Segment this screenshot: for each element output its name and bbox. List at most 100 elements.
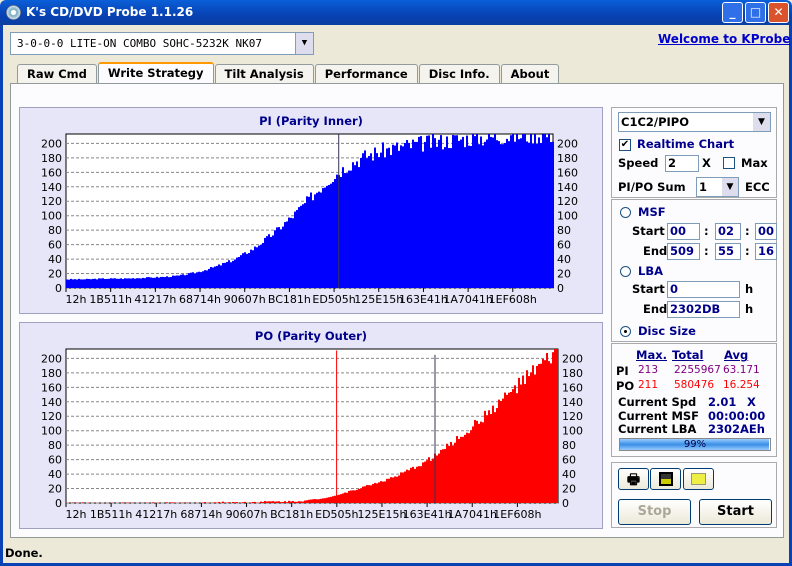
bar (532, 365, 534, 503)
lba-end-input[interactable]: 2302DB (667, 301, 740, 318)
bar (368, 156, 370, 288)
bar (384, 481, 386, 503)
bar (72, 279, 74, 288)
chevron-down-icon[interactable]: ▼ (753, 113, 770, 131)
print-button[interactable]: 🖶 (618, 468, 649, 490)
welcome-link[interactable]: Welcome to KProbe (658, 32, 790, 46)
bar (214, 502, 216, 503)
tab-about[interactable]: About (500, 64, 560, 83)
y-tick-label-left: 40 (48, 468, 62, 481)
bar (530, 134, 532, 288)
bar (382, 481, 384, 503)
bar (294, 211, 296, 288)
open-button[interactable] (683, 468, 714, 490)
stop-button[interactable]: Stop (618, 499, 691, 525)
bar (466, 135, 468, 288)
x-tick-label: 163E41h (403, 508, 452, 521)
bar (96, 279, 98, 288)
bar (226, 261, 228, 288)
msf-end-sec[interactable]: 55 (715, 243, 741, 260)
bar (82, 502, 84, 503)
bar (232, 502, 234, 503)
bar (376, 153, 378, 288)
bar (468, 145, 470, 288)
bar (272, 501, 274, 503)
maximize-button[interactable]: □ (745, 2, 766, 23)
speed-input[interactable]: 2 (665, 155, 699, 172)
tab-disc-info[interactable]: Disc Info. (418, 64, 500, 83)
minimize-button[interactable]: _ (722, 2, 743, 23)
bar (262, 242, 264, 288)
bar (100, 278, 102, 288)
bar (392, 477, 394, 503)
bar (204, 502, 206, 503)
bar (544, 360, 546, 503)
bar (528, 142, 530, 288)
range-group: MSF Start 00 : 02 : 00 End 509 : 55 : 16… (611, 199, 777, 342)
pi-label: PI (616, 364, 629, 378)
bar (376, 483, 378, 503)
bar (288, 500, 290, 503)
mode-select[interactable]: C1C2/PIPO ▼ (618, 112, 771, 132)
po-label: PO (616, 379, 635, 393)
tab-raw-cmd[interactable]: Raw Cmd (17, 64, 97, 83)
msf-start-sec[interactable]: 02 (715, 223, 741, 240)
bar (456, 135, 458, 288)
bar (254, 246, 256, 288)
sum-select[interactable]: 1 ▼ (696, 177, 739, 197)
bar (364, 486, 366, 503)
bar (322, 498, 324, 503)
bar (410, 148, 412, 288)
bar (222, 263, 224, 288)
bar (440, 449, 442, 503)
bar (160, 276, 162, 288)
bar (98, 278, 100, 288)
start-button[interactable]: Start (699, 499, 772, 525)
y-tick-label-right: 120 (557, 195, 578, 208)
max-checkbox[interactable] (723, 157, 735, 169)
y-tick-label-right: 40 (562, 468, 576, 481)
bar (418, 136, 420, 288)
bar (220, 265, 222, 288)
tab-tilt-analysis[interactable]: Tilt Analysis (214, 64, 314, 83)
msf-start-min[interactable]: 00 (667, 223, 700, 240)
bar (280, 229, 282, 288)
hex-suffix: h (745, 302, 754, 316)
bar (110, 278, 112, 288)
bar (304, 500, 306, 503)
lba-start-input[interactable]: 0 (667, 281, 740, 298)
msf-radio[interactable] (620, 207, 631, 218)
bar (340, 176, 342, 288)
bar (392, 144, 394, 288)
y-tick-label-right: 120 (562, 410, 583, 423)
msf-end-min[interactable]: 509 (667, 243, 700, 260)
pi-total: 2255967 (674, 364, 721, 376)
chevron-down-icon[interactable]: ▼ (722, 178, 738, 196)
tab-performance[interactable]: Performance (314, 64, 418, 83)
bar (480, 136, 482, 288)
bar (402, 472, 404, 503)
colon: : (704, 224, 709, 238)
bar (474, 419, 476, 503)
disc-size-radio[interactable] (620, 326, 631, 337)
x-tick-label: 12h (66, 293, 87, 306)
close-button[interactable]: ✕ (768, 2, 789, 23)
y-tick-label-right: 180 (562, 367, 583, 380)
bar (544, 134, 546, 288)
bar (556, 349, 558, 503)
bar (522, 134, 524, 288)
msf-end-frame[interactable]: 16 (755, 243, 777, 260)
realtime-checkbox[interactable]: ✔ (619, 139, 631, 151)
msf-start-frame[interactable]: 00 (755, 223, 777, 240)
folder-icon (691, 473, 706, 485)
bar (470, 146, 472, 288)
drive-select[interactable]: 3-0-0-0 LITE-ON COMBO SOHC-5232K NK07 ▼ (10, 32, 314, 55)
bar (444, 449, 446, 503)
bar (324, 498, 326, 503)
tab-write-strategy[interactable]: Write Strategy (97, 62, 214, 83)
y-tick-label-right: 200 (557, 137, 578, 150)
bar (428, 457, 430, 503)
lba-radio[interactable] (620, 266, 631, 277)
chevron-down-icon[interactable]: ▼ (295, 33, 313, 54)
save-button[interactable] (650, 468, 681, 490)
